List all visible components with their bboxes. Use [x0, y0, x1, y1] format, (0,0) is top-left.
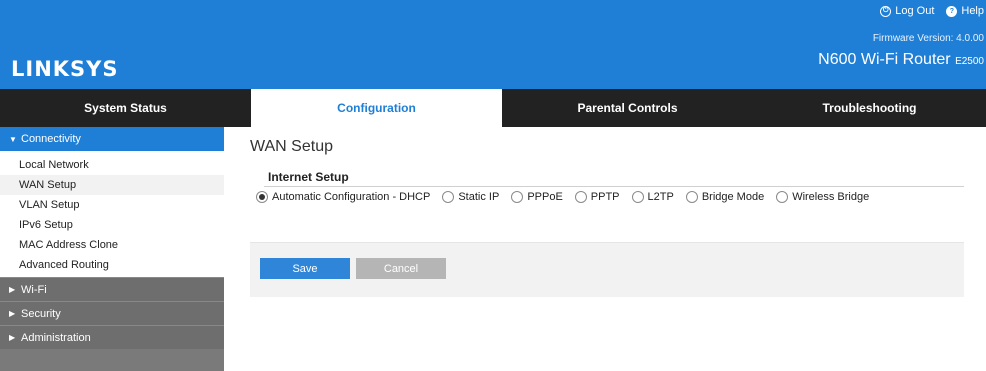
save-button[interactable]: Save — [260, 258, 350, 279]
sidebar-item-ipv6-setup[interactable]: IPv6 Setup — [0, 215, 224, 235]
section-divider — [264, 186, 964, 187]
radio-pptp[interactable]: PPTP — [574, 191, 620, 203]
sidebar-item-local-network[interactable]: Local Network — [0, 155, 224, 175]
logout-label: Log Out — [895, 5, 935, 17]
action-bar: Save Cancel — [250, 242, 964, 297]
cancel-button[interactable]: Cancel — [356, 258, 446, 279]
radio-button[interactable] — [442, 191, 455, 203]
radio-button[interactable] — [685, 191, 698, 203]
radio-label: Bridge Mode — [701, 191, 765, 203]
radio-selected-dot — [259, 194, 265, 200]
top-links: ⏻ Log Out ? Help — [880, 5, 984, 17]
sidebar-section-label: Administration — [21, 331, 91, 344]
router-model: N600 Wi-Fi Router E2500 — [818, 51, 984, 69]
chevron-down-icon: ▼ — [9, 134, 17, 144]
radio-button[interactable] — [631, 191, 644, 203]
tab-troubleshooting[interactable]: Troubleshooting — [753, 89, 986, 127]
radio-button[interactable] — [776, 191, 789, 203]
tab-system-status[interactable]: System Status — [0, 89, 251, 127]
tab-parental-controls[interactable]: Parental Controls — [502, 89, 753, 127]
radio-bridge-mode[interactable]: Bridge Mode — [685, 191, 765, 203]
radio-l2tp[interactable]: L2TP — [631, 191, 674, 203]
main-tabs: System Status Configuration Parental Con… — [0, 89, 986, 127]
help-link[interactable]: ? Help — [946, 5, 984, 17]
linksys-logo: LINKSYS — [11, 57, 119, 81]
radio-static-ip[interactable]: Static IP — [442, 191, 499, 203]
logout-link[interactable]: ⏻ Log Out — [880, 5, 934, 17]
sidebar-section-security[interactable]: ▶ Security — [0, 301, 224, 325]
radio-label: Wireless Bridge — [792, 191, 870, 203]
chevron-right-icon: ▶ — [9, 285, 16, 294]
model-code: E2500 — [955, 56, 984, 67]
sidebar-section-administration[interactable]: ▶ Administration — [0, 325, 224, 349]
sidebar-section-label: Wi-Fi — [21, 283, 47, 296]
sidebar-section-wifi[interactable]: ▶ Wi-Fi — [0, 277, 224, 301]
tab-configuration[interactable]: Configuration — [251, 89, 502, 127]
header-banner: LINKSYS ⏻ Log Out ? Help Firmware Versio… — [0, 0, 986, 89]
chevron-right-icon: ▶ — [9, 333, 16, 342]
connectivity-submenu: Local Network WAN Setup VLAN Setup IPv6 … — [0, 151, 224, 277]
radio-label: Automatic Configuration - DHCP — [272, 191, 431, 203]
sidebar-item-mac-address-clone[interactable]: MAC Address Clone — [0, 235, 224, 255]
sidebar-item-advanced-routing[interactable]: Advanced Routing — [0, 255, 224, 275]
radio-label: PPPoE — [527, 191, 563, 203]
radio-wireless-bridge[interactable]: Wireless Bridge — [776, 191, 869, 203]
radio-button[interactable] — [256, 191, 268, 203]
sidebar-item-vlan-setup[interactable]: VLAN Setup — [0, 195, 224, 215]
chevron-right-icon: ▶ — [9, 309, 16, 318]
sidebar-section-label: Security — [21, 307, 61, 320]
firmware-version: Firmware Version: 4.0.00 — [872, 33, 984, 44]
sidebar: ▼ Connectivity Local Network WAN Setup V… — [0, 127, 224, 371]
radio-label: PPTP — [590, 191, 620, 203]
page-title: WAN Setup — [250, 138, 333, 155]
model-name: N600 Wi-Fi Router — [818, 51, 951, 68]
radio-button[interactable] — [511, 191, 524, 203]
connection-type-radio-group: Automatic Configuration - DHCP Static IP… — [256, 191, 881, 203]
sidebar-section-connectivity[interactable]: ▼ Connectivity — [0, 127, 224, 151]
radio-dhcp[interactable]: Automatic Configuration - DHCP — [256, 191, 430, 203]
radio-pppoe[interactable]: PPPoE — [511, 191, 563, 203]
help-icon: ? — [946, 5, 958, 17]
help-label: Help — [961, 5, 984, 17]
section-title: Internet Setup — [268, 170, 349, 184]
radio-label: L2TP — [647, 191, 674, 203]
sidebar-section-label: Connectivity — [21, 133, 81, 145]
power-icon: ⏻ — [880, 5, 892, 17]
radio-button[interactable] — [574, 191, 587, 203]
radio-label: Static IP — [458, 191, 500, 203]
sidebar-item-wan-setup[interactable]: WAN Setup — [0, 175, 224, 195]
